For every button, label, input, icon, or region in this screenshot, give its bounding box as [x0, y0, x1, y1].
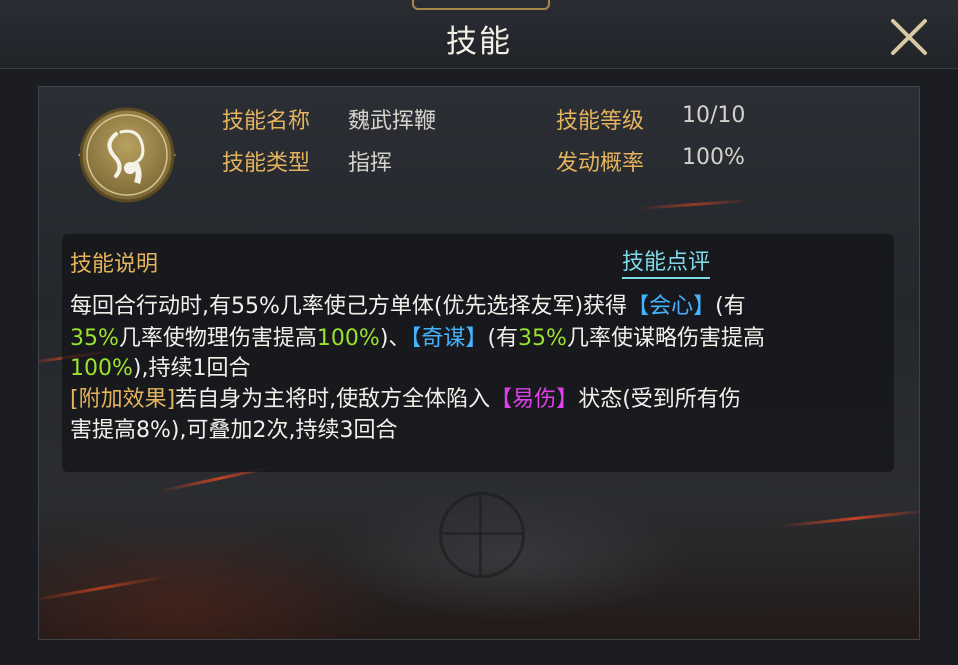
description-text: 害提高8%),可叠加2次,持续3回合 — [70, 418, 398, 443]
status-keyword-strategy: 【奇谋】 — [410, 326, 488, 351]
trigger-chance-value: 100% — [682, 145, 745, 170]
description-text: 状态(受到所有伤 — [578, 387, 741, 412]
description-text: 几率使物理伤害提高 — [118, 326, 317, 351]
skill-level-value: 10/10 — [682, 103, 746, 128]
value-highlight: 35% — [70, 326, 119, 351]
skill-type-label: 技能类型 — [222, 151, 311, 176]
close-icon — [891, 19, 927, 55]
wheel-silhouette — [439, 492, 525, 578]
close-button[interactable] — [888, 16, 930, 58]
status-keyword-vulnerable: 【易伤】 — [490, 387, 579, 412]
description-heading: 技能说明 — [70, 252, 159, 277]
description-text: 若自身为主将时,使敌方全体陷入 — [175, 387, 491, 412]
value-highlight: 35% — [518, 326, 567, 351]
skill-level-label: 技能等级 — [556, 109, 645, 134]
ember-decoration — [639, 199, 749, 210]
description-text: (有 — [487, 326, 519, 351]
value-highlight: 100% — [70, 356, 133, 381]
title-bar: 技能 — [0, 0, 958, 69]
skill-review-link[interactable]: 技能点评 — [622, 244, 711, 279]
description-text: )、 — [379, 326, 411, 351]
description-line: 害提高8%),可叠加2次,持续3回合 — [70, 412, 397, 444]
description-text: ),持续1回合 — [132, 356, 251, 381]
description-line: 35%几率使物理伤害提高100%)、【奇谋】(有35%几率使谋略伤害提高 — [70, 320, 765, 352]
title-ornament — [412, 0, 550, 10]
whip-skill-icon — [78, 107, 176, 203]
skill-type-value: 指挥 — [348, 151, 393, 176]
skill-name-value: 魏武挥鞭 — [348, 109, 437, 134]
description-text: 每回合行动时,有55%几率使己方单体(优先选择友军)获得 — [70, 294, 628, 319]
bonus-effect-tag: [附加效果] — [70, 387, 176, 412]
status-keyword-crit: 【会心】 — [627, 294, 716, 319]
description-text: (有 — [715, 294, 746, 319]
description-line: [附加效果]若自身为主将时,使敌方全体陷入【易伤】状态(受到所有伤 — [70, 381, 741, 413]
value-highlight: 100% — [316, 326, 380, 351]
description-line: 100%),持续1回合 — [70, 350, 250, 382]
skill-icon — [76, 104, 178, 206]
ember-decoration — [39, 574, 169, 603]
trigger-chance-label: 发动概率 — [556, 151, 645, 176]
description-text: 几率使谋略伤害提高 — [566, 326, 765, 351]
page-title: 技能 — [446, 24, 512, 60]
skill-name-label: 技能名称 — [222, 109, 311, 134]
description-line: 每回合行动时,有55%几率使己方单体(优先选择友军)获得【会心】(有 — [70, 288, 746, 320]
ember-decoration — [779, 509, 919, 528]
